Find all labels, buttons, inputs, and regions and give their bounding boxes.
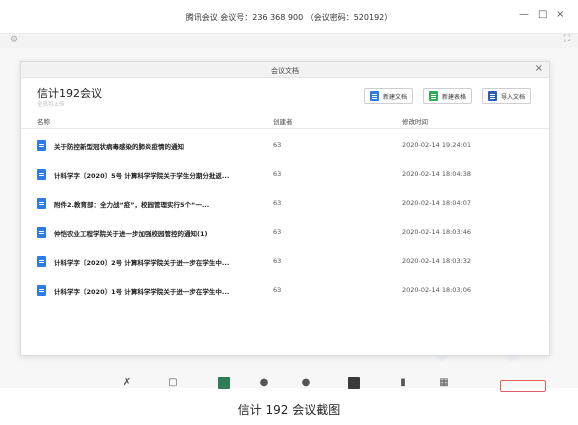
dialog-title: 会议文档 (271, 67, 299, 75)
file-creator: 63 (273, 286, 282, 294)
microphone-muted-icon[interactable]: ✗ (121, 377, 133, 389)
column-header-name[interactable]: 名称 (37, 116, 50, 126)
maximize-icon[interactable]: □ (538, 9, 547, 20)
fullscreen-icon[interactable]: ⛶ (564, 34, 570, 44)
spreadsheet-icon (429, 91, 438, 101)
file-name: 计科学字〔2020〕1号 计算科学学院关于进一步在学生中... (54, 288, 230, 296)
file-name: 关于防控新型冠状病毒感染的肺炎疫情的通知 (54, 143, 184, 151)
import-document-label: 导入文档 (501, 93, 526, 101)
camera-off-icon[interactable]: ▢ (167, 377, 179, 389)
table-row[interactable]: 仲恺农业工程学院关于进一步加强校园管控的通知(1) 63 2020-02-14 … (21, 218, 549, 247)
file-modified-time: 2020-02-14 18:04:38 (402, 170, 472, 178)
file-modified-time: 2020-02-14 18:03:46 (402, 228, 472, 236)
file-creator: 63 (273, 199, 282, 207)
meeting-toolbar: ✗ ▢ ● ● ▮ ▦ (0, 372, 578, 390)
upload-permission-text: 全员可上传 (37, 102, 65, 108)
file-creator: 63 (273, 170, 282, 178)
document-icon (37, 198, 46, 209)
meeting-subtoolbar: ⚙ ⛶ (0, 34, 578, 48)
documents-icon[interactable]: ▮ (397, 377, 409, 389)
document-icon (37, 256, 46, 267)
table-row[interactable]: 计科学字〔2020〕5号 计算科学学院关于学生分期分批返... 63 2020-… (21, 160, 549, 189)
settings-icon[interactable]: ⚙ (10, 35, 18, 45)
window-title: 腾讯会议 会议号：236 368 900 （会议密码：520192） (185, 13, 393, 22)
document-icon (37, 140, 46, 151)
new-document-label: 新建文档 (383, 93, 408, 101)
figure-caption: 信计 192 会议截图 (237, 403, 341, 417)
file-modified-time: 2020-02-14 18:03:06 (402, 286, 472, 294)
table-row[interactable]: 附件2.教育部：全力战“疫”，校园管理实行5个“一... 63 2020-02-… (21, 189, 549, 218)
layout-icon[interactable]: ▦ (438, 377, 450, 389)
window-titlebar: 腾讯会议 会议号：236 368 900 （会议密码：520192） — □ × (0, 0, 578, 34)
share-screen-icon[interactable] (218, 377, 230, 389)
file-name: 仲恺农业工程学院关于进一步加强校园管控的通知(1) (54, 230, 208, 238)
table-row[interactable]: 计科学字〔2020〕2号 计算科学学院关于进一步在学生中... 63 2020-… (21, 247, 549, 276)
new-sheet-button[interactable]: 新建表格 (423, 88, 473, 104)
file-name: 附件2.教育部：全力战“疫”，校园管理实行5个“一... (54, 201, 210, 209)
invite-icon[interactable]: ● (300, 377, 312, 389)
minimize-icon[interactable]: — (519, 9, 529, 20)
meeting-documents-dialog: 会议文档 × 信计192会议 全员可上传 新建文档 新建表格 导入文档 名称 创… (20, 61, 550, 356)
file-modified-time: 2020-02-14 18:04:07 (402, 199, 472, 207)
close-icon[interactable]: × (535, 63, 543, 74)
import-document-button[interactable]: 导入文档 (482, 88, 532, 104)
new-document-button[interactable]: 新建文档 (364, 88, 414, 104)
file-modified-time: 2020-02-14 19:24:01 (402, 141, 472, 149)
meeting-name: 信计192会议 (37, 87, 102, 100)
document-icon (370, 91, 379, 101)
file-name: 计科学字〔2020〕2号 计算科学学院关于进一步在学生中... (54, 259, 230, 267)
dialog-header: 会议文档 × (21, 62, 549, 78)
leave-meeting-button[interactable] (500, 380, 546, 392)
column-header-modified[interactable]: 修改时间 (402, 116, 428, 126)
document-icon (37, 285, 46, 296)
close-window-icon[interactable]: × (556, 9, 564, 20)
members-icon[interactable]: ● (258, 377, 270, 389)
file-creator: 63 (273, 257, 282, 265)
file-name: 计科学字〔2020〕5号 计算科学学院关于学生分期分批返... (54, 172, 230, 180)
column-header-creator[interactable]: 创建者 (273, 116, 293, 126)
file-creator: 63 (273, 141, 282, 149)
table-row[interactable]: 计科学字〔2020〕1号 计算科学学院关于进一步在学生中... 63 2020-… (21, 276, 549, 305)
document-icon (37, 169, 46, 180)
document-icon (37, 227, 46, 238)
table-row[interactable]: 关于防控新型冠状病毒感染的肺炎疫情的通知 63 2020-02-14 19:24… (21, 131, 549, 160)
file-modified-time: 2020-02-14 18:03:32 (402, 257, 472, 265)
import-icon (488, 91, 497, 101)
table-header: 名称 创建者 修改时间 (21, 111, 549, 129)
file-creator: 63 (273, 228, 282, 236)
new-sheet-label: 新建表格 (442, 93, 467, 101)
chat-icon[interactable] (348, 377, 360, 389)
